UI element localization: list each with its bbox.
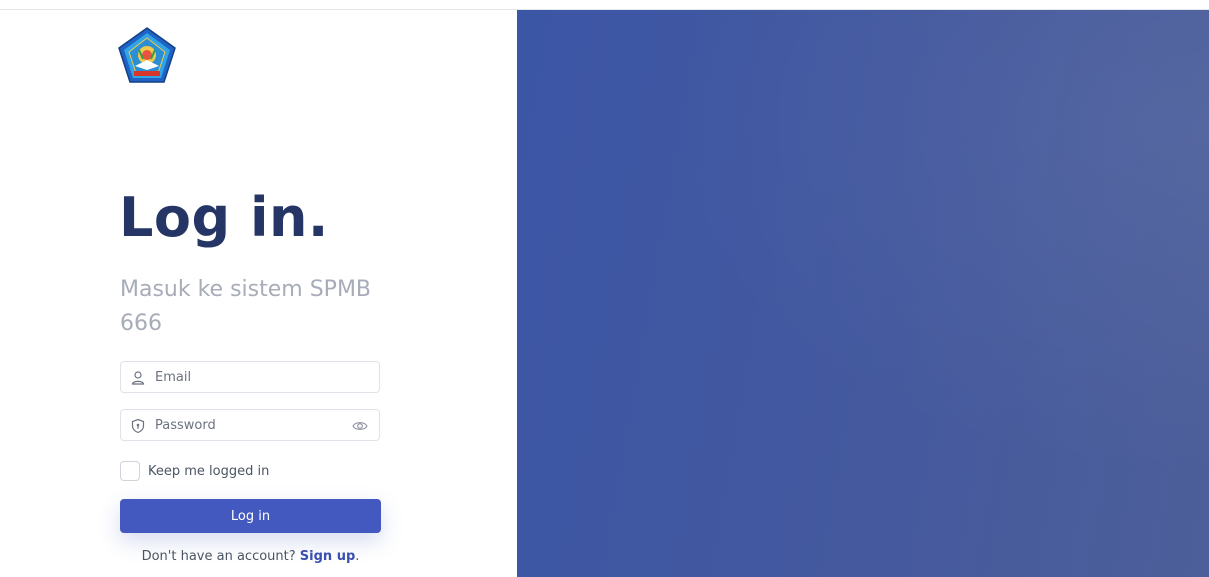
signup-link[interactable]: Sign up — [300, 549, 355, 564]
page-subtitle: Masuk ke sistem SPMB 666 — [120, 277, 372, 336]
school-pentagon-logo-icon — [118, 27, 176, 83]
email-field[interactable] — [120, 361, 380, 393]
remember-me-label: Keep me logged in — [148, 463, 270, 479]
remember-me-checkbox[interactable] — [120, 461, 140, 481]
password-input[interactable] — [155, 411, 345, 439]
signup-prompt-text: Don't have an account? — [141, 549, 296, 564]
user-icon — [131, 371, 145, 385]
signup-prompt: Don't have an account? Sign up. — [120, 549, 381, 564]
eye-icon[interactable] — [352, 419, 368, 433]
hero-panel-sheen — [517, 10, 1209, 577]
page-title: Log in. — [119, 186, 329, 249]
email-input[interactable] — [155, 363, 345, 391]
shield-icon — [131, 418, 145, 434]
signup-suffix: . — [355, 549, 360, 564]
login-page: Log in. Masuk ke sistem SPMB 666 Keep me… — [0, 0, 1209, 577]
hero-panel — [517, 10, 1209, 577]
password-field[interactable] — [120, 409, 380, 441]
remember-me[interactable]: Keep me logged in — [120, 461, 269, 481]
login-button[interactable]: Log in — [120, 499, 381, 533]
